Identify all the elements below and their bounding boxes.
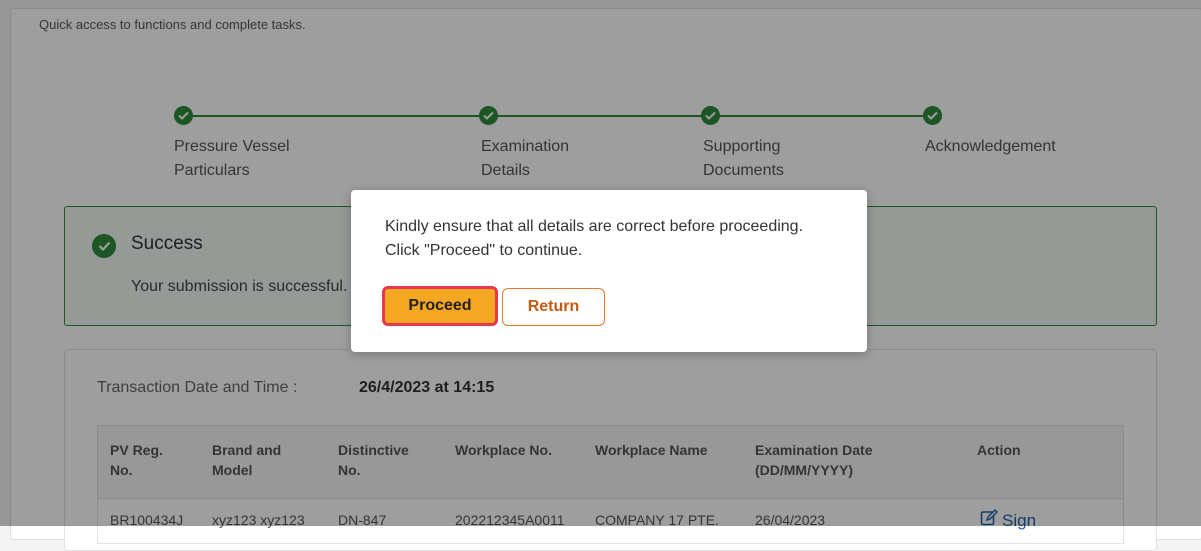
dialog-message-line1: Kindly ensure that all details are corre… [385, 218, 804, 235]
return-button[interactable]: Return [502, 288, 605, 326]
proceed-button[interactable]: Proceed [382, 286, 498, 326]
confirmation-dialog: Kindly ensure that all details are corre… [351, 190, 867, 352]
dialog-message-line2: Click "Proceed" to continue. [385, 242, 583, 259]
